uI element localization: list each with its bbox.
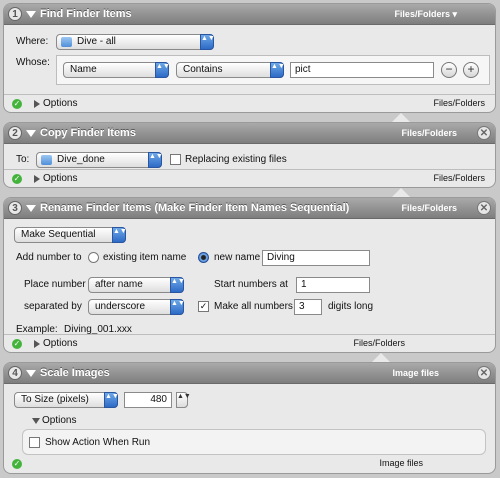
close-icon[interactable]: ✕ bbox=[477, 126, 491, 140]
separator-popup[interactable]: underscore ▲▼ bbox=[88, 299, 185, 315]
close-icon[interactable]: ✕ bbox=[477, 201, 491, 215]
popup-arrows-icon: ▲▼ bbox=[170, 277, 185, 293]
action-type-label: Files/Folders bbox=[401, 203, 457, 213]
popup-arrows-icon: ▲▼ bbox=[270, 62, 285, 78]
output-type-label: Files/Folders bbox=[433, 173, 485, 183]
action-scale-images: 4 Scale Images Image files ✕ To Size (pi… bbox=[3, 362, 496, 474]
digits-long-label: digits long bbox=[328, 301, 374, 312]
action-connector bbox=[392, 188, 410, 197]
make-all-numbers-label: Make all numbers bbox=[214, 301, 293, 312]
action-connector bbox=[372, 353, 390, 362]
operator-popup[interactable]: Contains ▲▼ bbox=[176, 62, 285, 78]
to-label: To: bbox=[16, 154, 30, 165]
disclosure-triangle-icon[interactable] bbox=[26, 370, 36, 377]
output-type-label: Files/Folders bbox=[353, 338, 405, 348]
options-label[interactable]: Options bbox=[43, 98, 77, 109]
scale-mode-popup[interactable]: To Size (pixels) ▲▼ bbox=[14, 392, 119, 408]
make-all-numbers-checkbox[interactable]: ✓ bbox=[198, 301, 209, 312]
popup-arrows-icon: ▲▼ bbox=[170, 299, 185, 315]
where-popup[interactable]: Dive - all ▲▼ bbox=[56, 34, 215, 50]
folder-icon bbox=[41, 155, 52, 165]
separated-by-label: separated by bbox=[24, 301, 82, 312]
action-type-label[interactable]: Files/Folders ▾ bbox=[394, 9, 457, 20]
action-type-label: Image files bbox=[392, 368, 439, 378]
existing-name-label: existing item name bbox=[103, 252, 187, 263]
action-copy-finder-items: 2 Copy Finder Items Files/Folders ✕ To: … bbox=[3, 122, 496, 188]
output-type-label: Files/Folders bbox=[433, 98, 485, 108]
action-number: 2 bbox=[8, 126, 22, 140]
options-disclosure-icon[interactable] bbox=[34, 340, 40, 348]
action-title: Scale Images bbox=[40, 367, 110, 379]
show-action-checkbox[interactable] bbox=[29, 437, 40, 448]
rename-mode-popup[interactable]: Make Sequential ▲▼ bbox=[14, 227, 127, 243]
whose-label: Whose: bbox=[16, 57, 50, 68]
options-label[interactable]: Options bbox=[43, 338, 77, 349]
start-numbers-label: Start numbers at bbox=[214, 279, 288, 290]
attribute-popup[interactable]: Name ▲▼ bbox=[63, 62, 170, 78]
disclosure-triangle-icon[interactable] bbox=[26, 130, 36, 137]
place-number-popup[interactable]: after name ▲▼ bbox=[88, 277, 185, 293]
action-number: 1 bbox=[8, 7, 22, 21]
start-number-field[interactable]: 1 bbox=[296, 277, 370, 293]
folder-icon bbox=[61, 37, 72, 47]
action-footer: ✓ Options Files/Folders bbox=[4, 94, 495, 112]
output-type-label: Image files bbox=[379, 458, 423, 468]
replacing-label: Replacing existing files bbox=[185, 154, 287, 165]
options-disclosure-icon[interactable] bbox=[34, 175, 40, 183]
place-number-label: Place number bbox=[24, 279, 86, 290]
new-name-field[interactable]: Diving bbox=[262, 250, 370, 266]
popup-arrows-icon: ▲▼ bbox=[155, 62, 170, 78]
existing-name-radio[interactable] bbox=[88, 252, 99, 263]
criteria-row: Name ▲▼ Contains ▲▼ pict − + bbox=[56, 55, 490, 85]
action-footer: ✓ Image files bbox=[4, 455, 495, 473]
action-find-finder-items: 1 Find Finder Items Files/Folders ▾ Wher… bbox=[3, 3, 496, 113]
options-disclosure-icon[interactable] bbox=[34, 100, 40, 108]
criteria-text-field[interactable]: pict bbox=[290, 62, 434, 78]
digits-field[interactable]: 3 bbox=[294, 299, 322, 315]
action-titlebar[interactable]: 1 Find Finder Items Files/Folders ▾ bbox=[4, 4, 495, 25]
action-title: Find Finder Items bbox=[40, 8, 132, 20]
show-action-label: Show Action When Run bbox=[45, 437, 151, 448]
close-icon[interactable]: ✕ bbox=[477, 366, 491, 380]
stepper-arrows-icon: ▲▼ bbox=[176, 392, 191, 408]
add-criteria-button[interactable]: + bbox=[463, 62, 479, 78]
status-check-icon: ✓ bbox=[12, 459, 22, 469]
options-disclosure-icon[interactable] bbox=[32, 418, 40, 424]
options-label[interactable]: Options bbox=[42, 415, 76, 426]
size-field[interactable]: 480 bbox=[124, 392, 172, 408]
action-rename-finder-items: 3 Rename Finder Items (Make Finder Item … bbox=[3, 197, 496, 353]
action-connector bbox=[392, 113, 410, 122]
popup-arrows-icon: ▲▼ bbox=[104, 392, 119, 408]
action-titlebar[interactable]: 4 Scale Images Image files ✕ bbox=[4, 363, 495, 384]
new-name-radio[interactable] bbox=[198, 252, 209, 263]
action-title: Rename Finder Items (Make Finder Item Na… bbox=[40, 202, 350, 214]
size-stepper[interactable]: ▲▼ bbox=[176, 392, 191, 408]
new-name-label: new name bbox=[214, 252, 261, 263]
action-number: 3 bbox=[8, 201, 22, 215]
popup-arrows-icon: ▲▼ bbox=[200, 34, 215, 50]
status-check-icon: ✓ bbox=[12, 174, 22, 184]
action-titlebar[interactable]: 2 Copy Finder Items Files/Folders ✕ bbox=[4, 123, 495, 144]
options-panel: Show Action When Run bbox=[22, 429, 486, 455]
popup-arrows-icon: ▲▼ bbox=[148, 152, 163, 168]
options-label[interactable]: Options bbox=[43, 173, 77, 184]
status-check-icon: ✓ bbox=[12, 339, 22, 349]
action-type-label: Files/Folders bbox=[401, 128, 457, 138]
where-label: Where: bbox=[16, 36, 49, 47]
action-footer: ✓ Options Files/Folders bbox=[4, 169, 495, 187]
popup-arrows-icon: ▲▼ bbox=[112, 227, 127, 243]
status-check-icon: ✓ bbox=[12, 99, 22, 109]
disclosure-triangle-icon[interactable] bbox=[26, 205, 36, 212]
disclosure-triangle-icon[interactable] bbox=[26, 11, 36, 18]
remove-criteria-button[interactable]: − bbox=[441, 62, 457, 78]
destination-popup[interactable]: Dive_done ▲▼ bbox=[36, 152, 163, 168]
replacing-checkbox[interactable] bbox=[170, 154, 181, 165]
action-footer: ✓ Options Files/Folders bbox=[4, 334, 495, 352]
add-number-label: Add number to bbox=[16, 252, 82, 263]
action-title: Copy Finder Items bbox=[40, 127, 136, 139]
action-number: 4 bbox=[8, 366, 22, 380]
action-titlebar[interactable]: 3 Rename Finder Items (Make Finder Item … bbox=[4, 198, 495, 219]
